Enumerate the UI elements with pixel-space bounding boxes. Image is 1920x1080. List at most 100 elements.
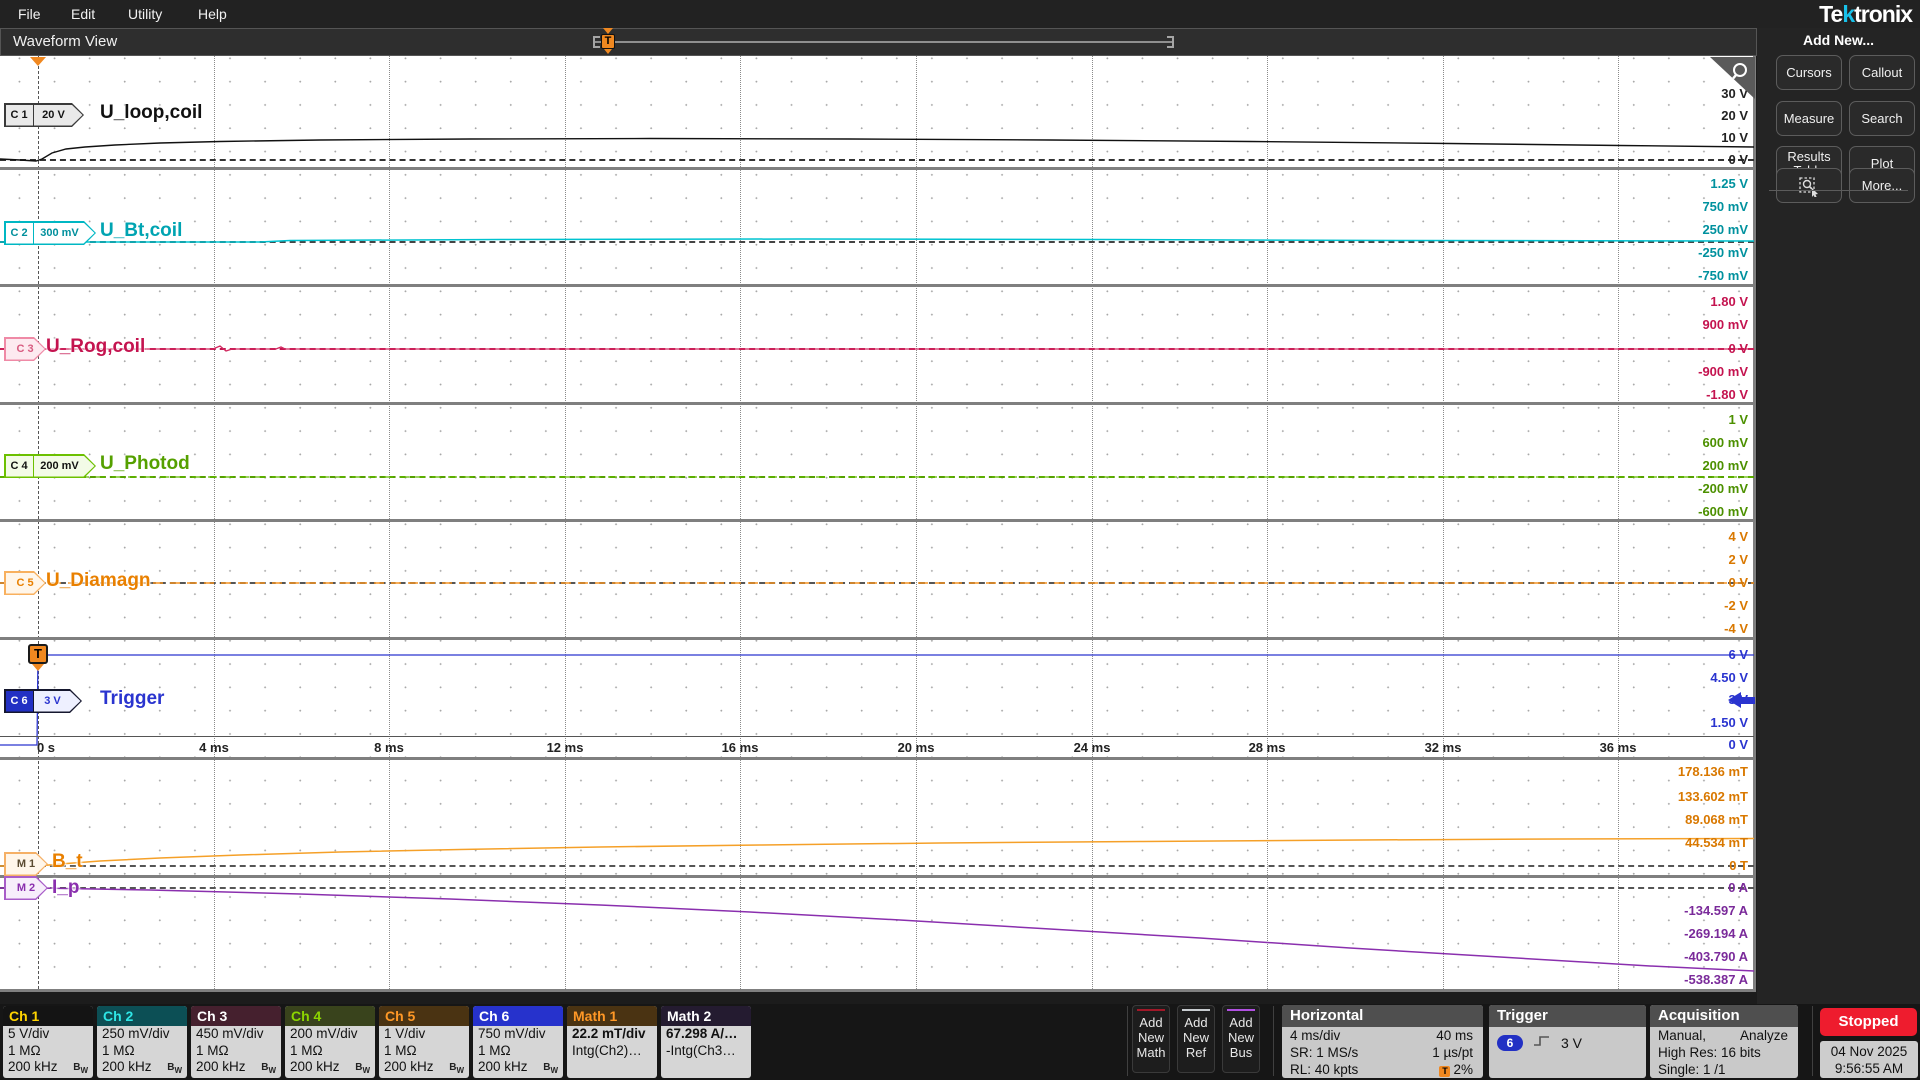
footer-separator — [1812, 1006, 1813, 1076]
trigger-t-badge-caret-icon — [32, 664, 44, 671]
m2-channel-badge[interactable]: M 2 — [4, 876, 48, 900]
add-button-word: New — [1133, 1030, 1169, 1045]
grid-vline — [740, 56, 741, 989]
m2-channel-label[interactable]: I_p — [52, 877, 79, 899]
ch2-channel-badge[interactable]: C 2300 mV — [4, 221, 96, 245]
waveform-graticule: 30 V20 V10 V0 VC 120 VU_loop,coil1.25 V7… — [0, 0, 1920, 1080]
add-new-callout-button[interactable]: Callout — [1849, 55, 1915, 90]
add-new-heading: Add New... — [1757, 32, 1920, 48]
horizontal-value-left: RL: 40 kpts — [1290, 1061, 1358, 1078]
add-new-measure-button[interactable]: Measure — [1776, 101, 1842, 136]
acquisition-row: Single: 1 /1 — [1650, 1061, 1798, 1078]
zoom-select-button[interactable] — [1776, 168, 1842, 203]
add-new-math-button[interactable]: AddNewMath — [1132, 1005, 1170, 1073]
bandwidth-limit-icon: BW — [261, 1062, 276, 1075]
m2-tick-label: -403.790 A — [1598, 949, 1748, 965]
datetime-display: 04 Nov 20259:56:55 AM — [1820, 1041, 1918, 1078]
channel-card-row: 250 mV/div — [97, 1026, 187, 1043]
ch3-channel-label[interactable]: U_Rog,coil — [46, 336, 145, 358]
acquisition-panel[interactable]: AcquisitionManual,AnalyzeHigh Res: 16 bi… — [1650, 1005, 1798, 1078]
ch5-channel-label[interactable]: U_Diamagn — [46, 570, 151, 592]
channel-card-header: Ch 6 — [473, 1006, 563, 1026]
channel-card-ch2[interactable]: Ch 2250 mV/div1 MΩ200 kHzBW — [97, 1006, 187, 1078]
rising-edge-icon — [1532, 1033, 1552, 1053]
ch2-tick-label: -250 mV — [1598, 245, 1748, 261]
m1-channel-label[interactable]: B_t — [52, 851, 83, 873]
channel-card-row: 1 MΩ — [473, 1043, 563, 1060]
channel-card-row: 750 mV/div — [473, 1026, 563, 1043]
date-text: 04 Nov 2025 — [1820, 1043, 1918, 1060]
trigger-panel[interactable]: Trigger63 V — [1489, 1005, 1646, 1078]
graticule-background — [0, 56, 1754, 989]
ch2-badge-scale: 300 mV — [34, 223, 95, 244]
channel-card-ch1[interactable]: Ch 15 V/div1 MΩ200 kHzBW — [3, 1006, 93, 1078]
ch6-channel-label[interactable]: Trigger — [100, 688, 164, 710]
m2-zero-line — [0, 887, 1754, 889]
ch3-tick-label: 900 mV — [1598, 317, 1748, 333]
acq-analyze: Analyze — [1740, 1027, 1788, 1044]
ch4-channel-label[interactable]: U_Photod — [100, 453, 190, 475]
grid-vline — [389, 56, 390, 989]
ch4-badge-fill: C 4200 mV — [6, 456, 95, 477]
channel-card-row: 22.2 mT/div — [567, 1026, 657, 1043]
ch2-tick-label: 1.25 V — [1598, 176, 1748, 192]
bandwidth-limit-icon: BW — [73, 1062, 88, 1075]
zoom-select-icon — [1797, 175, 1821, 197]
ch2-channel-label[interactable]: U_Bt,coil — [100, 220, 182, 242]
channel-card-math2[interactable]: Math 267.298 A/…-Intg(Ch3… — [661, 1006, 751, 1078]
horizontal-panel[interactable]: Horizontal4 ms/div40 msSR: 1 MS/s1 µs/pt… — [1282, 1005, 1483, 1078]
channel-card-ch3[interactable]: Ch 3450 mV/div1 MΩ200 kHzBW — [191, 1006, 281, 1078]
channel-card-row: 67.298 A/… — [661, 1026, 751, 1043]
slice-divider — [0, 167, 1754, 170]
add-button-word: Add — [1178, 1015, 1214, 1030]
ch5-tick-label: -4 V — [1598, 621, 1748, 637]
slice-divider — [0, 519, 1754, 522]
add-new-cursors-button[interactable]: Cursors — [1776, 55, 1842, 90]
footer-separator — [1127, 1006, 1128, 1076]
channel-card-ch4[interactable]: Ch 4200 mV/div1 MΩ200 kHzBW — [285, 1006, 375, 1078]
ch1-channel-badge[interactable]: C 120 V — [4, 103, 84, 127]
ch5-channel-badge[interactable]: C 5 — [4, 571, 46, 595]
ch3-tick-label: 1.80 V — [1598, 294, 1748, 310]
ch1-channel-label[interactable]: U_loop,coil — [100, 102, 202, 124]
add-new-ref-button[interactable]: AddNewRef — [1177, 1005, 1215, 1073]
channel-card-row: 200 mV/div — [285, 1026, 375, 1043]
more-button[interactable]: More... — [1849, 168, 1915, 203]
time-label: 16 ms — [722, 740, 759, 755]
m1-zero-line — [0, 865, 1754, 867]
grid-vline — [916, 56, 917, 989]
stopped-button[interactable]: Stopped — [1820, 1008, 1917, 1036]
horizontal-panel-title: Horizontal — [1282, 1005, 1483, 1027]
footer-separator — [1273, 1006, 1274, 1076]
channel-card-row: -Intg(Ch3… — [661, 1043, 751, 1060]
m1-channel-badge[interactable]: M 1 — [4, 852, 48, 876]
add-button-word: Ref — [1178, 1045, 1214, 1060]
trigger-t-badge[interactable]: T — [28, 644, 48, 664]
add-new-search-button[interactable]: Search — [1849, 101, 1915, 136]
channel-card-math1[interactable]: Math 122.2 mT/divIntg(Ch2)… — [567, 1006, 657, 1078]
add-button-word: Bus — [1223, 1045, 1259, 1060]
add-new-bus-button[interactable]: AddNewBus — [1222, 1005, 1260, 1073]
ch4-channel-badge[interactable]: C 4200 mV — [4, 454, 96, 478]
oscilloscope-screen: FileEditUtilityHelp Tektronix Waveform V… — [0, 0, 1920, 1080]
m1-tick-label: 178.136 mT — [1598, 764, 1748, 780]
time-text: 9:56:55 AM — [1820, 1060, 1918, 1077]
ch3-tick-label: -900 mV — [1598, 364, 1748, 380]
channel-card-ch5[interactable]: Ch 51 V/div1 MΩ200 kHzBW — [379, 1006, 469, 1078]
channel-card-header: Ch 5 — [379, 1006, 469, 1026]
ch6-channel-badge[interactable]: C 63 V — [4, 689, 82, 713]
ch1-tick-label: 10 V — [1598, 130, 1748, 146]
grid-vline — [1092, 56, 1093, 989]
graticule-right-border — [1753, 56, 1756, 992]
expansion-point-icon[interactable] — [30, 57, 46, 66]
ch4-tick-label: -200 mV — [1598, 481, 1748, 497]
channel-card-header: Ch 3 — [191, 1006, 281, 1026]
trigger-level-value: 3 V — [1561, 1035, 1582, 1051]
ch3-channel-badge[interactable]: C 3 — [4, 337, 46, 361]
horizontal-value-right: 1 µs/pt — [1432, 1044, 1473, 1061]
channel-card-ch6[interactable]: Ch 6750 mV/div1 MΩ200 kHzBW — [473, 1006, 563, 1078]
time-label: 8 ms — [374, 740, 404, 755]
trigger-level-arrow-icon[interactable] — [1728, 692, 1741, 708]
ch2-tick-label: -750 mV — [1598, 268, 1748, 284]
time-label: 32 ms — [1425, 740, 1462, 755]
